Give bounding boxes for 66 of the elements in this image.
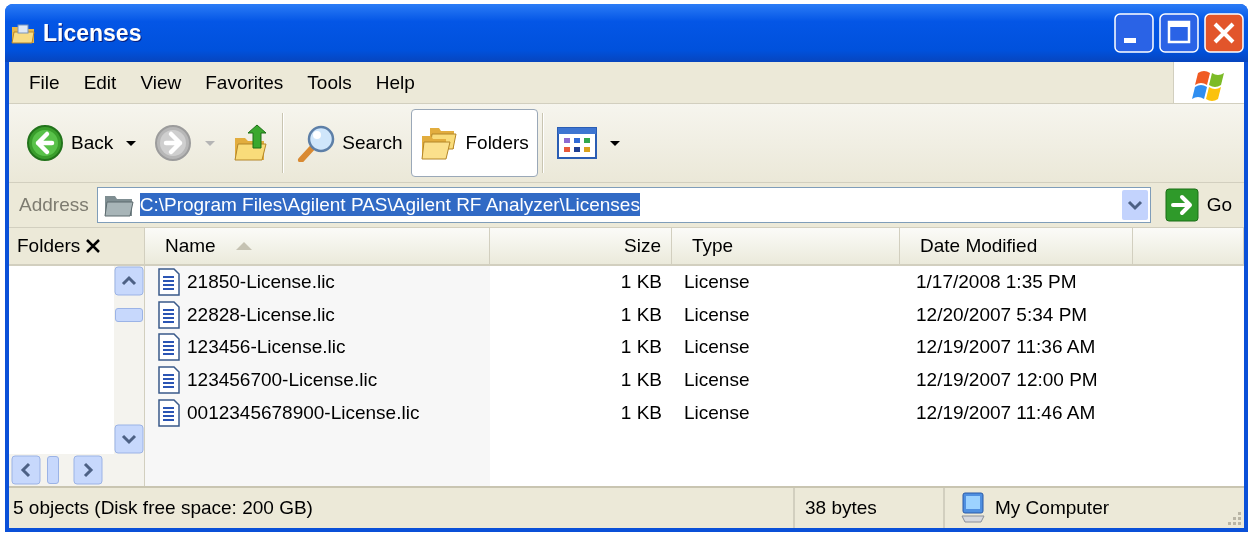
table-cell-text: 1 KB <box>619 302 663 327</box>
table-cell-text: 1/17/2008 1:35 PM <box>915 270 1078 295</box>
address-field[interactable]: C:\Program Files\Agilent PAS\Agilent RF Analyzer\Licenses <box>96 187 1151 223</box>
menu-item[interactable]: Edit <box>71 71 129 94</box>
file-name[interactable]: 123456700-License.lic <box>187 369 378 392</box>
document-icon <box>157 398 181 427</box>
table-cell-text: 12/19/2007 12:00 PM <box>915 368 1099 393</box>
menu-item[interactable]: File <box>17 71 72 94</box>
views-icon <box>556 127 597 159</box>
menu-item[interactable]: Help <box>363 71 427 94</box>
caret-icon <box>609 140 620 146</box>
close-button[interactable] <box>1204 13 1244 53</box>
document-icon <box>157 333 181 362</box>
caret-icon <box>126 140 137 146</box>
table-cell-text: License <box>683 302 751 327</box>
scroll-up-button[interactable] <box>114 266 144 296</box>
scroll-down-button[interactable] <box>114 424 144 454</box>
pane-title: Folders <box>17 235 81 257</box>
status-text: 5 objects (Disk free space: 200 GB) <box>9 488 795 528</box>
column-header[interactable]: Type <box>672 228 900 264</box>
table-cell-text: License <box>683 400 751 425</box>
scroll-thumb[interactable] <box>47 456 59 484</box>
table-cell-text: License <box>683 368 751 393</box>
status-text: 38 bytes <box>795 488 945 528</box>
menu-item[interactable]: Tools <box>295 71 364 94</box>
folder-up-icon <box>233 124 270 162</box>
search-button[interactable]: Search <box>288 109 412 177</box>
table-cell-text: 12/19/2007 11:36 AM <box>915 335 1097 360</box>
caret-icon <box>205 140 216 146</box>
document-icon <box>157 366 181 395</box>
table-cell-text: 1 KB <box>619 400 663 425</box>
column-header[interactable]: Size <box>490 228 672 264</box>
file-name[interactable]: 123456-License.lic <box>187 336 346 359</box>
maximize-button[interactable] <box>1159 13 1199 53</box>
table-cell-text: 12/19/2007 11:46 AM <box>915 400 1097 425</box>
menu-item[interactable]: Favorites <box>193 71 296 94</box>
table-cell-text: 1 KB <box>619 270 663 295</box>
close-icon[interactable] <box>86 239 101 253</box>
scroll-thumb[interactable] <box>115 308 143 322</box>
window-title: Licenses <box>43 19 143 47</box>
go-button[interactable]: Go <box>1158 188 1238 222</box>
table-cell-text: 12/20/2007 5:34 PM <box>915 302 1089 327</box>
file-name[interactable]: 0012345678900-License.lic <box>187 401 420 424</box>
scroll-right-button[interactable] <box>73 455 103 485</box>
horizontal-scrollbar[interactable] <box>9 454 144 486</box>
column-header[interactable]: Date Modified <box>900 228 1133 264</box>
file-name[interactable]: 22828-License.lic <box>187 303 335 326</box>
computer-icon <box>959 492 987 524</box>
column-header[interactable]: Name <box>145 228 490 264</box>
search-icon <box>297 124 336 162</box>
menu-item[interactable]: View <box>128 71 194 94</box>
status-text: My Computer <box>995 497 1110 519</box>
folders-button[interactable]: Folders <box>411 109 538 177</box>
scroll-left-button[interactable] <box>11 455 41 485</box>
document-icon <box>157 268 181 297</box>
address-label: Address <box>19 194 89 216</box>
table-cell-text: 1 KB <box>619 368 663 393</box>
table-cell-text: 1 KB <box>619 335 663 360</box>
folder-icon <box>11 22 35 44</box>
back-button[interactable]: Back <box>17 109 146 177</box>
table-cell-text: License <box>683 270 751 295</box>
table-cell-text: License <box>683 335 751 360</box>
vertical-scrollbar[interactable] <box>114 266 144 454</box>
minimize-button[interactable] <box>1114 13 1154 53</box>
file-name[interactable]: 21850-License.lic <box>187 271 335 294</box>
document-icon <box>157 300 181 329</box>
